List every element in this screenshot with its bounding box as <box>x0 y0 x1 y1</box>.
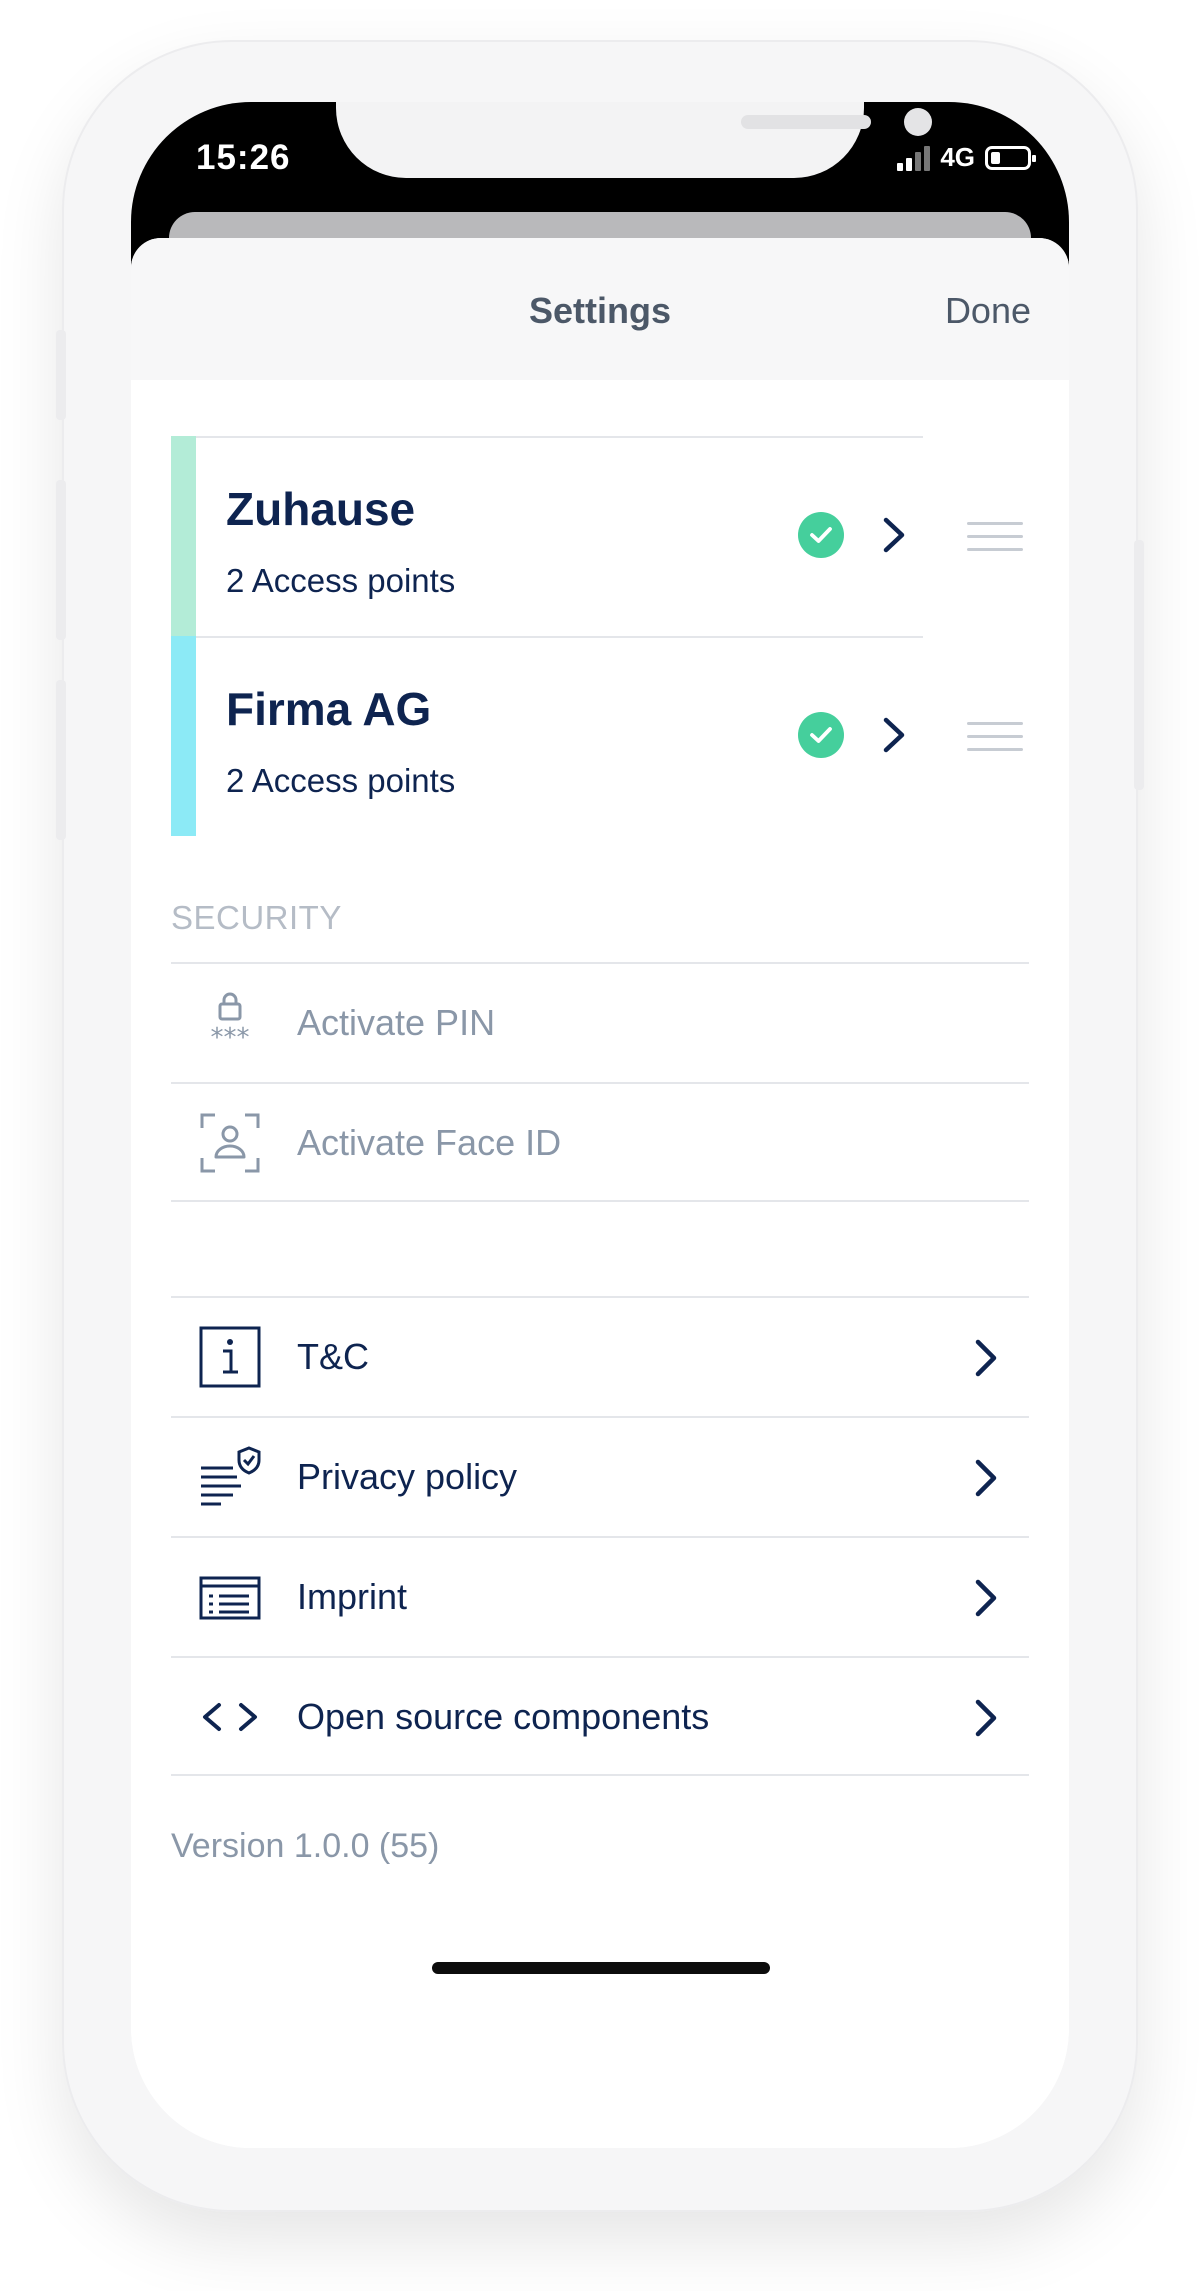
divider <box>196 636 923 638</box>
status-time: 15:26 <box>196 138 291 177</box>
place-name: Firma AG <box>226 683 432 735</box>
privacy-policy-row[interactable]: Privacy policy <box>171 1416 1029 1536</box>
page-title: Settings <box>528 290 671 331</box>
face-id-icon <box>200 1113 260 1173</box>
security-list: *** Activate PIN Activate Face ID <box>171 962 1029 1202</box>
signal-icon <box>897 145 931 171</box>
done-button[interactable]: Done <box>945 290 1031 332</box>
imprint-label: Imprint <box>297 1576 408 1617</box>
chevron-right-icon <box>975 1339 997 1377</box>
tc-row[interactable]: T&C <box>171 1296 1029 1416</box>
info-list: T&C Privacy policy Imprint Open source c… <box>171 1296 1029 1776</box>
camera <box>904 108 932 136</box>
activate-face-id-label: Activate Face ID <box>297 1122 562 1163</box>
place-card-zuhause[interactable]: Zuhause 2 Access points <box>171 436 1069 636</box>
activate-face-id-row[interactable]: Activate Face ID <box>171 1082 1029 1202</box>
place-access-count: 2 Access points <box>226 562 456 599</box>
activate-pin-row[interactable]: *** Activate PIN <box>171 962 1029 1082</box>
speaker <box>741 115 871 129</box>
code-icon <box>203 1703 257 1731</box>
imprint-icon <box>199 1576 261 1620</box>
activate-pin-label: Activate PIN <box>297 1002 496 1043</box>
security-section-header: SECURITY <box>171 899 342 936</box>
privacy-policy-label: Privacy policy <box>297 1456 518 1497</box>
place-card-firma-ag[interactable]: Firma AG 2 Access points <box>171 636 1069 836</box>
svg-text:***: *** <box>211 1023 250 1053</box>
phone-screen: 15:26 4G Settings Done Zuhause 2 Access … <box>131 102 1069 2148</box>
open-source-row[interactable]: Open source components <box>171 1656 1029 1776</box>
check-icon <box>798 512 844 558</box>
drag-handle-icon[interactable] <box>967 722 1023 752</box>
tc-label: T&C <box>297 1336 369 1377</box>
navigation-bar: Settings Done <box>131 238 1069 380</box>
place-color-stripe <box>171 436 196 636</box>
side-button <box>56 330 66 420</box>
chevron-right-icon <box>883 517 905 553</box>
open-source-label: Open source components <box>297 1696 710 1737</box>
network-type: 4G <box>940 142 975 172</box>
side-button <box>56 680 66 840</box>
side-button <box>1134 540 1144 790</box>
place-color-stripe <box>171 636 196 836</box>
chevron-right-icon <box>975 1579 997 1617</box>
place-access-count: 2 Access points <box>226 762 456 799</box>
imprint-row[interactable]: Imprint <box>171 1536 1029 1656</box>
battery-icon <box>985 145 1036 170</box>
drag-handle-icon[interactable] <box>967 522 1023 552</box>
lock-pin-icon: *** <box>211 992 250 1053</box>
chevron-right-icon <box>975 1459 997 1497</box>
status-indicators: 4G <box>897 142 1036 173</box>
version-label: Version 1.0.0 (55) <box>171 1827 440 1865</box>
notch <box>336 102 932 178</box>
chevron-right-icon <box>883 717 905 753</box>
place-name: Zuhause <box>226 483 416 535</box>
home-indicator[interactable] <box>432 1962 770 1974</box>
chevron-right-icon <box>975 1699 997 1737</box>
check-icon <box>798 712 844 758</box>
places-list: Zuhause 2 Access points Firma AG 2 Acces… <box>171 436 1069 836</box>
side-button <box>56 480 66 640</box>
privacy-shield-icon <box>201 1446 261 1506</box>
info-icon <box>199 1326 261 1388</box>
divider <box>196 436 923 438</box>
